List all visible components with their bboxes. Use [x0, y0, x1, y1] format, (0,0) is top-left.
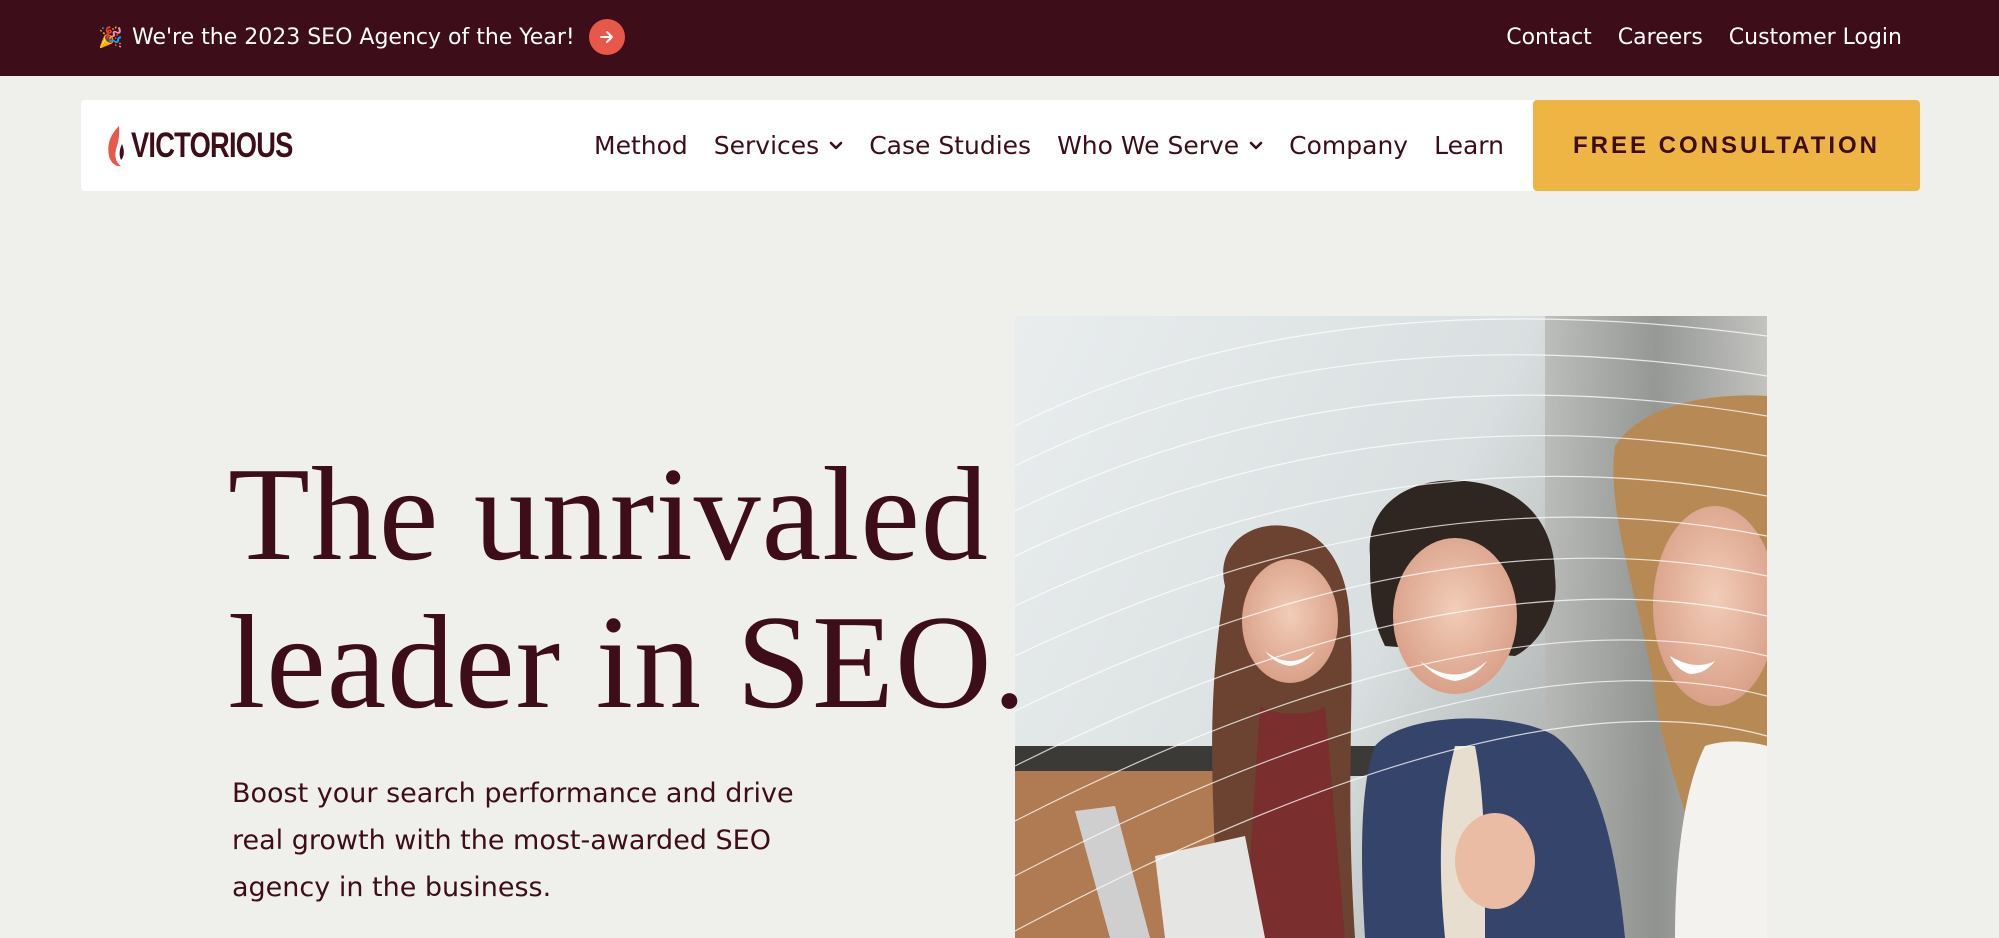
hero-team-photo — [1015, 316, 1767, 938]
arrow-right-icon[interactable] — [588, 19, 625, 55]
chevron-down-icon — [1249, 141, 1263, 149]
party-popper-icon: 🎉 — [98, 25, 123, 49]
customer-login-link[interactable]: Customer Login — [1729, 25, 1902, 50]
nav-item-label: Method — [594, 131, 688, 160]
free-consultation-button[interactable]: FREE CONSULTATION — [1533, 100, 1920, 191]
nav-item-services[interactable]: Services — [714, 131, 843, 160]
nav-item-company[interactable]: Company — [1289, 131, 1408, 160]
logo[interactable]: VICTORIOUS — [105, 124, 338, 168]
hero-title-line-1: The unrivaled — [228, 440, 989, 588]
hero-title: The unrivaled leader in SEO. — [228, 440, 1027, 736]
nav-item-who-we-serve[interactable]: Who We Serve — [1057, 131, 1263, 160]
promo-text[interactable]: We're the 2023 SEO Agency of the Year! — [132, 25, 575, 50]
announcement-bar: 🎉 We're the 2023 SEO Agency of the Year!… — [0, 0, 1999, 76]
nav-item-case-studies[interactable]: Case Studies — [869, 131, 1031, 160]
flame-icon — [108, 126, 124, 167]
nav-item-label: Learn — [1434, 131, 1504, 160]
nav-item-label: Services — [713, 131, 820, 160]
hero-subtitle: Boost your search performance and drive … — [232, 778, 794, 903]
nav-item-learn[interactable]: Learn — [1434, 131, 1504, 160]
contact-link[interactable]: Contact — [1506, 25, 1592, 50]
utility-nav: Contact Careers Customer Login — [1506, 0, 1902, 74]
promo-banner: 🎉 We're the 2023 SEO Agency of the Year! — [98, 0, 625, 74]
nav-menu: Method Services Case Studies Who We Serv… — [594, 100, 1504, 191]
nav-item-label: Case Studies — [869, 131, 1032, 160]
nav-item-method[interactable]: Method — [594, 131, 688, 160]
nav-item-label: Company — [1289, 131, 1409, 160]
chevron-down-icon — [829, 141, 843, 149]
careers-link[interactable]: Careers — [1618, 25, 1703, 50]
hero-title-line-2: leader in SEO. — [228, 588, 1028, 736]
logo-wordmark: VICTORIOUS — [131, 126, 293, 165]
nav-item-label: Who We Serve — [1057, 131, 1240, 160]
main-nav: VICTORIOUS Method Services Case Studies … — [81, 100, 1920, 191]
